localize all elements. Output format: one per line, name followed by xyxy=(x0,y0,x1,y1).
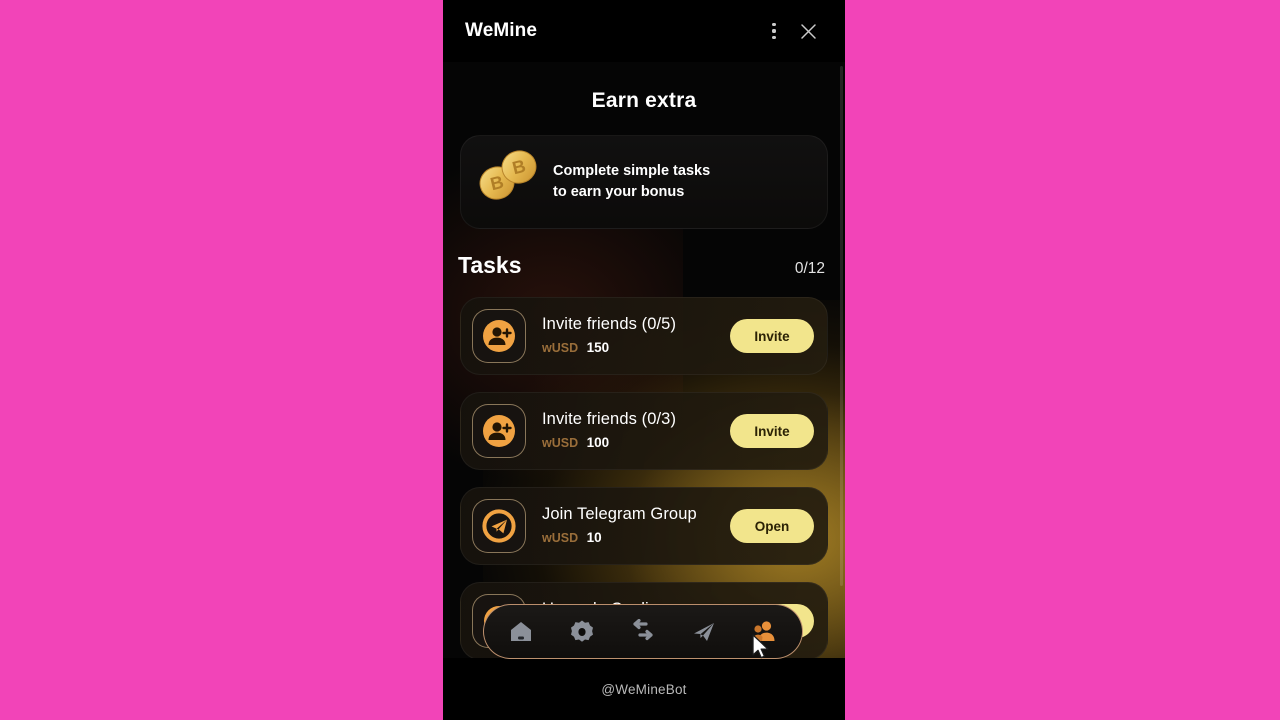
swap-arrows-icon xyxy=(633,618,653,640)
tasks-progress-count: 0/12 xyxy=(794,260,825,277)
paper-plane-icon xyxy=(693,622,714,641)
task-reward: wUSD 100 xyxy=(542,434,730,452)
nav-item-settings[interactable] xyxy=(556,611,608,653)
nav-item-boost[interactable] xyxy=(678,611,730,653)
task-name: Join Telegram Group xyxy=(542,505,697,523)
kebab-menu-icon[interactable] xyxy=(757,14,791,48)
task-info: Invite friends (0/5) wUSD 150 xyxy=(542,315,730,357)
task-info: Invite friends (0/3) wUSD 100 xyxy=(542,410,730,452)
content-scroll-area[interactable]: Earn extra B B Complete simple tasks to … xyxy=(443,62,845,658)
nav-item-swap[interactable] xyxy=(617,611,669,653)
home-icon xyxy=(510,621,531,641)
task-row[interactable]: Invite friends (0/5) wUSD 150 Invite xyxy=(460,297,828,375)
nav-item-home[interactable] xyxy=(495,611,547,653)
task-currency: wUSD xyxy=(542,341,579,355)
promo-line-1: Complete simple tasks xyxy=(553,163,711,179)
app-title: WeMine xyxy=(465,20,538,41)
page-title: Earn extra xyxy=(591,89,697,112)
promo-line-2: to earn your bonus xyxy=(553,184,685,200)
task-row[interactable]: Invite friends (0/3) wUSD 100 Invite xyxy=(460,392,828,470)
task-info: Join Telegram Group wUSD 10 xyxy=(542,505,730,547)
footer-bar: @WeMineBot xyxy=(443,658,845,720)
telegram-icon xyxy=(472,499,526,553)
task-name: Invite friends (0/5) xyxy=(542,315,677,333)
gear-icon xyxy=(570,620,593,642)
task-amount: 10 xyxy=(586,530,602,545)
task-reward: wUSD 150 xyxy=(542,339,730,357)
vertical-scrollbar[interactable] xyxy=(840,66,843,586)
task-amount: 150 xyxy=(586,340,610,355)
mouse-cursor xyxy=(752,634,772,667)
bitcoin-coins-icon: B B xyxy=(475,147,549,217)
task-action-button[interactable]: Open xyxy=(730,509,814,543)
task-currency: wUSD xyxy=(542,531,579,545)
tasks-header: Tasks 0/12 xyxy=(458,252,825,279)
task-reward: wUSD 10 xyxy=(542,529,730,547)
tasks-heading: Tasks xyxy=(458,252,522,278)
task-action-button[interactable]: Invite xyxy=(730,414,814,448)
close-icon[interactable] xyxy=(791,14,825,48)
title-bar: WeMine xyxy=(443,0,845,62)
task-name: Invite friends (0/3) xyxy=(542,410,677,428)
add-friend-icon xyxy=(472,404,526,458)
promo-text: Complete simple tasks to earn your bonus xyxy=(553,161,710,203)
promo-banner: B B Complete simple tasks to earn your b… xyxy=(460,135,828,229)
task-currency: wUSD xyxy=(542,436,579,450)
task-action-button[interactable]: Invite xyxy=(730,319,814,353)
bot-handle: @WeMineBot xyxy=(601,681,687,697)
task-row[interactable]: Join Telegram Group wUSD 10 Open xyxy=(460,487,828,565)
task-amount: 100 xyxy=(586,435,610,450)
add-friend-icon xyxy=(472,309,526,363)
